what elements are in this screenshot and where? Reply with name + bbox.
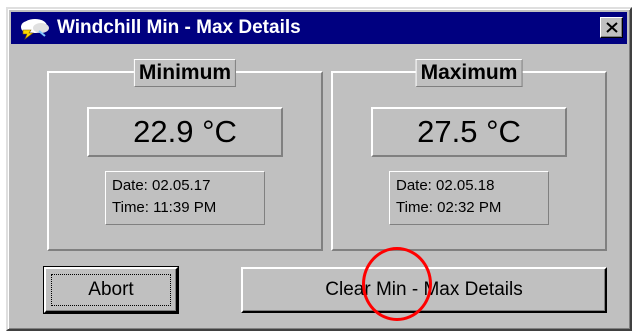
- windchill-app-icon: [21, 19, 49, 40]
- minimum-label: Minimum: [133, 59, 237, 87]
- minimum-panel: Minimum 22.9 °C Date: 02.05.17 Time: 11:…: [47, 59, 323, 251]
- window-title: Windchill Min - Max Details: [57, 17, 301, 38]
- minimum-date: Date: 02.05.17: [112, 177, 211, 194]
- maximum-label: Maximum: [415, 59, 523, 87]
- maximum-panel: Maximum 27.5 °C Date: 02.05.18 Time: 02:…: [331, 59, 607, 251]
- close-button[interactable]: [600, 17, 623, 38]
- focus-rectangle: [51, 274, 171, 306]
- maximum-details: Date: 02.05.18 Time: 02:32 PM: [389, 171, 549, 225]
- windchill-dialog: Windchill Min - Max Details Minimum 22.9…: [6, 7, 632, 331]
- minimum-details: Date: 02.05.17 Time: 11:39 PM: [105, 171, 265, 225]
- abort-button[interactable]: Abort: [43, 266, 179, 314]
- maximum-value: 27.5 °C: [371, 107, 567, 157]
- maximum-time: Time: 02:32 PM: [396, 199, 502, 216]
- minimum-time: Time: 11:39 PM: [112, 199, 217, 216]
- maximum-date: Date: 02.05.18: [396, 177, 495, 194]
- minimum-value: 22.9 °C: [87, 107, 283, 157]
- title-bar[interactable]: Windchill Min - Max Details: [11, 12, 627, 44]
- close-icon: [605, 22, 618, 33]
- highlight-circle: [362, 247, 432, 321]
